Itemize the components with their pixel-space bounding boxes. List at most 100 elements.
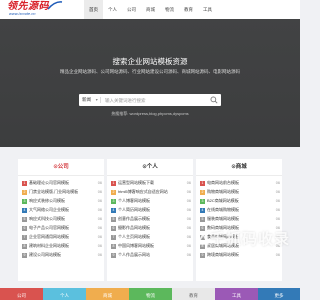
list-item-title[interactable]: 中国风博客网站模板: [118, 243, 173, 250]
list-item[interactable]: 2 门禁全站模版,门业网站模板 06: [22, 189, 102, 196]
nav-item-education[interactable]: 教育: [179, 0, 198, 19]
list-item[interactable]: 1 基础理论公司官网模板 06: [22, 180, 102, 187]
list-item[interactable]: 7 企业官网通用网站模板 06: [22, 234, 102, 241]
list-item-title[interactable]: 个人作品展示网站: [118, 252, 173, 259]
category-block-more[interactable]: 更多: [258, 288, 300, 300]
list-item-title[interactable]: 响应式科技公司模板: [29, 216, 84, 223]
logo-swoosh-icon: [47, 1, 63, 10]
list-item[interactable]: 4 大气网络公司企业模板 06: [22, 207, 102, 214]
list-item-title[interactable]: 建设公司网站模板: [29, 252, 84, 259]
panel-header: ⊙商城: [196, 159, 282, 176]
list-item-date: 06: [186, 253, 191, 257]
logo-url: www.lxcode.cn: [9, 11, 36, 16]
list-item[interactable]: 9 个人作品展示网站 06: [111, 252, 191, 259]
category-block-mall[interactable]: 商城: [86, 288, 129, 300]
list-item[interactable]: 2 购物商城网站模板 06: [200, 189, 280, 196]
list-item-title[interactable]: 购物商城网站模板: [207, 189, 262, 196]
rank-badge: 2: [22, 189, 27, 195]
search-category-select[interactable]: 新闻: [82, 94, 91, 106]
list-item[interactable]: 5 响应式科技公司模板 06: [22, 216, 102, 223]
list-item-date: 06: [97, 253, 102, 257]
category-block-company[interactable]: 公司: [0, 288, 43, 300]
list-item-date: 06: [275, 199, 280, 203]
rank-badge: 8: [22, 243, 27, 249]
hero-title: 搜索企业网站模板资源: [112, 57, 188, 66]
panel-title[interactable]: ⊙商城: [196, 159, 282, 176]
list-item-date: 06: [275, 217, 280, 221]
list-item[interactable]: 5 服装商城网站模板 06: [200, 216, 280, 223]
list-item[interactable]: 5 创意作品展示模板 06: [111, 216, 191, 223]
rank-badge: 4: [200, 207, 205, 213]
rank-badge: 4: [111, 207, 116, 213]
list-item[interactable]: 3 B2C商城网站模板 06: [200, 198, 280, 205]
list-item-date: 06: [186, 199, 191, 203]
category-block-logistics[interactable]: 物流: [129, 288, 172, 300]
panel-title[interactable]: ⊙公司: [18, 159, 104, 176]
nav-item-personal[interactable]: 个人: [103, 0, 122, 19]
list-item-title[interactable]: 运营型网站模板下载: [118, 180, 173, 187]
rank-badge: 3: [200, 198, 205, 204]
list-item[interactable]: 8 建筑材料企业网站模板 06: [22, 243, 102, 250]
watermark-text: 千抓码收录: [210, 231, 291, 248]
list-item-title[interactable]: 创意作品展示模板: [118, 216, 173, 223]
rank-badge: 4: [22, 207, 27, 213]
list-item[interactable]: 7 个人主页网站模板 06: [111, 234, 191, 241]
list-item[interactable]: 6 摄影作品网站模板 06: [111, 225, 191, 232]
panel-title[interactable]: ⊙个人: [107, 159, 193, 176]
list-item-date: 06: [275, 208, 280, 212]
list-item-date: 06: [97, 199, 102, 203]
search-input[interactable]: [105, 94, 205, 106]
list-item[interactable]: 9 建设公司网站模板 06: [22, 252, 102, 259]
list-item-date: 06: [97, 235, 102, 239]
list-item-title[interactable]: 服装商城网站模板: [207, 216, 262, 223]
list-item-title[interactable]: 基础理论公司官网模板: [29, 180, 84, 187]
list-item-title[interactable]: 响应式装修公司模板: [29, 198, 84, 205]
list-item-title[interactable]: 门禁全站模版,门业网站模板: [29, 189, 84, 196]
rank-badge: 5: [200, 216, 205, 222]
nav-item-company[interactable]: 公司: [122, 0, 141, 19]
chevron-down-icon[interactable]: ▼: [95, 94, 98, 106]
rank-badge: 3: [111, 198, 116, 204]
list-item-date: 06: [97, 190, 102, 194]
list-item-date: 06: [97, 226, 102, 230]
nav-item-home[interactable]: 首页: [84, 0, 103, 19]
list-item-title[interactable]: 个人博客网站模板: [118, 198, 173, 205]
category-block-tools[interactable]: 工具: [215, 288, 258, 300]
hero-background: [0, 19, 300, 147]
list-item-date: 06: [97, 208, 102, 212]
list-item-title[interactable]: 在线商城购物模板: [207, 207, 262, 214]
list-item-title[interactable]: 个人主页网站模板: [118, 234, 173, 241]
category-block-personal[interactable]: 个人: [43, 288, 86, 300]
list-item[interactable]: 4 个人简历网站模板 06: [111, 207, 191, 214]
site-logo[interactable]: 领先源码 www.lxcode.cn: [7, 1, 69, 18]
list-item[interactable]: 6 电子产品公司官网模板 06: [22, 225, 102, 232]
watermark: 千抓码收录 www.qianzhua.com: [196, 232, 300, 278]
list-item-title[interactable]: 企业官网通用网站模板: [29, 234, 84, 241]
list-item-title[interactable]: B2C商城网站模板: [207, 198, 262, 205]
list-item-title[interactable]: 电子产品公司官网模板: [29, 225, 84, 232]
list-item-date: 06: [97, 244, 102, 248]
list-item[interactable]: 3 响应式装修公司模板 06: [22, 198, 102, 205]
nav-item-mall[interactable]: 商城: [141, 0, 160, 19]
list-item[interactable]: 8 中国风博客网站模板 06: [111, 243, 191, 250]
list-item-title[interactable]: 摄影作品网站模板: [118, 225, 173, 232]
list-item-title[interactable]: 个人简历网站模板: [118, 207, 173, 214]
watermark-logo-icon: [196, 232, 210, 245]
list-item[interactable]: 3 个人博客网站模板 06: [111, 198, 191, 205]
list-item-title[interactable]: 建筑材料企业网站模板: [29, 243, 84, 250]
list-item-title[interactable]: html5博客响应式自适应网站: [118, 189, 173, 196]
panel-header: ⊙公司: [18, 159, 104, 176]
nav-item-logistics[interactable]: 物流: [160, 0, 179, 19]
nav-item-tools[interactable]: 工具: [198, 0, 217, 19]
category-block-education[interactable]: 教育: [172, 288, 215, 300]
list-item-date: 06: [186, 244, 191, 248]
list-item[interactable]: 4 在线商城购物模板 06: [200, 207, 280, 214]
list-item-title[interactable]: 电商网站前台模板: [207, 180, 262, 187]
list-item[interactable]: 2 html5博客响应式自适应网站 06: [111, 189, 191, 196]
list-item[interactable]: 1 运营型网站模板下载 06: [111, 180, 191, 187]
list-item-date: 06: [275, 190, 280, 194]
list-item-title[interactable]: 大气网络公司企业模板: [29, 207, 84, 214]
search-icon[interactable]: [210, 96, 218, 104]
list-item[interactable]: 1 电商网站前台模板 06: [200, 180, 280, 187]
hero-subtitle: 精品企业网站源码、公司网站源码、行业网站建设公司源码、商城网站源码、电影网站源码: [60, 69, 240, 74]
